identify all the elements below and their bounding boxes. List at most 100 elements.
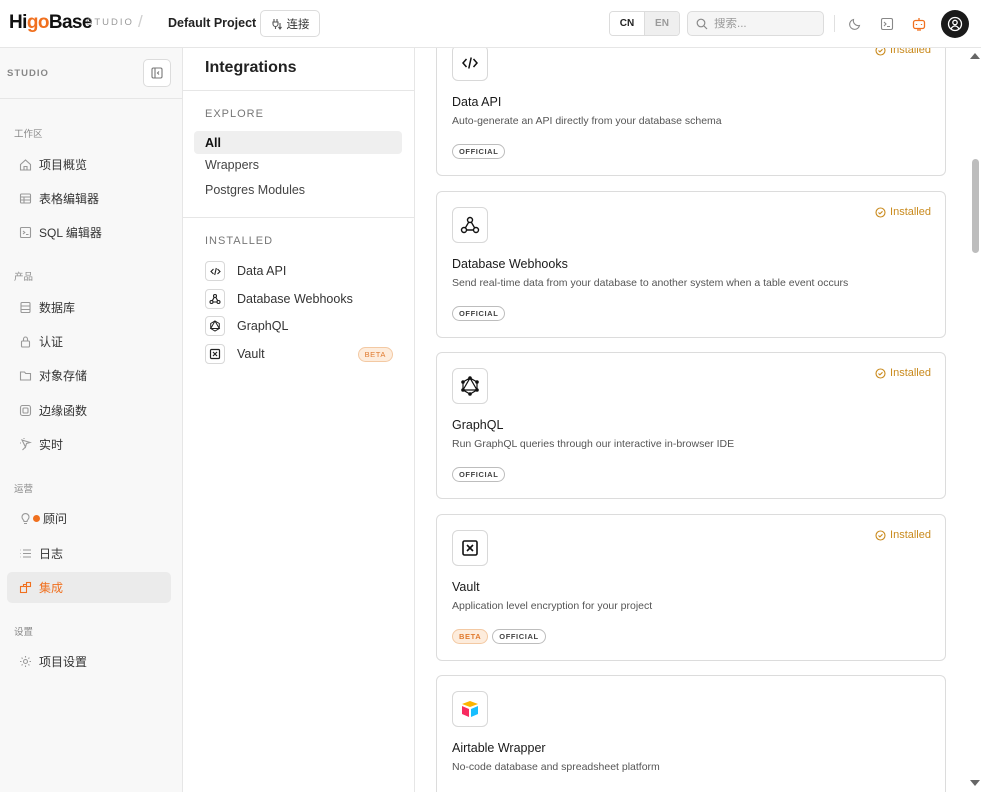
card-title: GraphQL <box>452 418 504 432</box>
installed-label: INSTALLED <box>205 235 274 247</box>
integration-card-vault[interactable]: Installed Vault Application level encryp… <box>436 514 946 661</box>
table-icon <box>19 193 32 204</box>
lang-en-button[interactable]: EN <box>644 12 679 35</box>
integrations-nav-panel: Integrations EXPLORE All Wrappers Postgr… <box>183 48 415 792</box>
card-title: Airtable Wrapper <box>452 741 546 755</box>
card-title: Data API <box>452 95 502 109</box>
installed-item-graphql[interactable]: GraphQL <box>205 315 393 337</box>
sidebar-item-realtime[interactable]: 实时 <box>7 429 171 460</box>
vault-icon <box>205 344 225 364</box>
sidebar: STUDIO 工作区 项目概览 表格编辑器 SQL 编辑器 产品 数据库 认证 … <box>0 48 183 792</box>
functions-icon <box>19 404 32 417</box>
database-icon <box>20 301 31 314</box>
installed-status: Installed <box>875 367 931 379</box>
installed-item-label: GraphQL <box>237 319 289 333</box>
integration-card-database-webhooks[interactable]: Installed Database Webhooks Send real-ti… <box>436 191 946 338</box>
official-tag: OFFICIAL <box>492 629 546 644</box>
lightbulb-icon <box>21 513 30 525</box>
sidebar-item-edge-functions[interactable]: 边缘函数 <box>7 395 171 426</box>
connect-label: 连接 <box>286 18 310 31</box>
plug-icon <box>271 18 282 30</box>
sidebar-item-label: 集成 <box>39 581 64 595</box>
sidebar-collapse-button[interactable] <box>143 59 171 87</box>
studio-tag: STUDIO <box>86 17 134 28</box>
installed-item-data-api[interactable]: Data API <box>205 260 393 282</box>
user-avatar[interactable] <box>941 10 969 38</box>
sidebar-item-overview[interactable]: 项目概览 <box>7 149 171 180</box>
sidebar-item-label: 对象存储 <box>39 369 88 383</box>
check-circle-icon <box>875 367 886 379</box>
terminal-icon <box>19 226 32 239</box>
installed-item-label: Data API <box>237 264 287 278</box>
official-tag: OFFICIAL <box>452 467 506 482</box>
sidebar-item-label: SQL 编辑器 <box>39 226 102 240</box>
sidebar-item-table-editor[interactable]: 表格编辑器 <box>7 183 171 214</box>
theme-toggle-button[interactable] <box>845 14 865 34</box>
sidebar-item-label: 实时 <box>39 438 64 452</box>
explore-label: EXPLORE <box>205 108 264 120</box>
installed-item-database-webhooks[interactable]: Database Webhooks <box>205 288 393 310</box>
realtime-icon <box>20 438 32 451</box>
lang-cn-button[interactable]: CN <box>610 12 644 35</box>
official-tag: OFFICIAL <box>452 306 506 321</box>
vault-icon <box>452 530 488 566</box>
sidebar-item-label: 边缘函数 <box>39 404 88 418</box>
nav-all[interactable]: All <box>194 131 402 154</box>
project-selector[interactable]: Default Project <box>168 16 256 30</box>
card-description: Run GraphQL queries through our interact… <box>452 438 735 450</box>
webhook-icon <box>205 289 225 309</box>
sidebar-section-products: 产品 <box>14 272 34 283</box>
terminal-icon <box>880 17 894 31</box>
terminal-button[interactable] <box>877 14 897 34</box>
sidebar-item-storage[interactable]: 对象存储 <box>7 360 171 391</box>
header-divider <box>834 15 835 32</box>
search-input[interactable] <box>714 17 814 30</box>
integrations-icon <box>19 581 32 594</box>
assistant-button[interactable] <box>909 14 929 34</box>
sidebar-item-advisor[interactable]: 顾问 <box>7 503 171 534</box>
notification-dot <box>33 515 40 522</box>
sidebar-collapse-icon <box>151 67 163 79</box>
integration-card-graphql[interactable]: Installed GraphQL Run GraphQL queries th… <box>436 352 946 499</box>
page-title: Integrations <box>205 59 297 76</box>
installed-status: Installed <box>875 48 931 56</box>
sidebar-item-label: 项目设置 <box>39 655 88 669</box>
installed-status: Installed <box>875 529 931 541</box>
integration-card-data-api[interactable]: Installed Data API Auto-generate an API … <box>436 48 946 176</box>
sidebar-item-project-settings[interactable]: 项目设置 <box>7 646 171 677</box>
search-box[interactable] <box>687 11 824 36</box>
sidebar-item-label: 项目概览 <box>39 158 88 172</box>
official-tag: OFFICIAL <box>452 144 506 159</box>
code-icon <box>205 261 225 281</box>
webhook-icon <box>452 207 488 243</box>
nav-wrappers[interactable]: Wrappers <box>194 153 402 176</box>
sidebar-item-label: 数据库 <box>39 301 76 315</box>
top-bar: HigoBase STUDIO / Default Project 连接 CN … <box>0 0 981 48</box>
sidebar-studio-label: STUDIO <box>7 68 49 79</box>
nav-postgres-modules[interactable]: Postgres Modules <box>194 178 402 201</box>
user-icon <box>947 16 963 32</box>
card-description: No-code database and spreadsheet platfor… <box>452 761 660 773</box>
scrollbar-thumb[interactable] <box>972 159 979 253</box>
higobase-logo[interactable]: HigoBase <box>9 12 92 34</box>
robot-icon <box>912 18 926 31</box>
code-icon <box>452 48 488 81</box>
sidebar-item-auth[interactable]: 认证 <box>7 326 171 357</box>
scroll-up-arrow[interactable] <box>970 53 980 59</box>
status-label: Installed <box>890 48 931 56</box>
check-circle-icon <box>875 529 886 541</box>
moon-icon <box>849 18 861 30</box>
connect-button[interactable]: 连接 <box>260 10 320 37</box>
check-circle-icon <box>875 48 886 56</box>
sidebar-item-logs[interactable]: 日志 <box>7 538 171 569</box>
sidebar-item-integrations[interactable]: 集成 <box>7 572 171 603</box>
installed-item-label: Vault <box>237 347 265 361</box>
integration-card-airtable-wrapper[interactable]: Airtable Wrapper No-code database and sp… <box>436 675 946 792</box>
sidebar-section-operations: 运营 <box>14 484 34 495</box>
installed-item-vault[interactable]: Vault BETA <box>205 343 393 365</box>
language-toggle: CN EN <box>609 11 680 36</box>
scroll-down-arrow[interactable] <box>970 780 980 786</box>
sidebar-item-database[interactable]: 数据库 <box>7 292 171 323</box>
card-title: Database Webhooks <box>452 257 568 271</box>
sidebar-item-sql-editor[interactable]: SQL 编辑器 <box>7 217 171 248</box>
